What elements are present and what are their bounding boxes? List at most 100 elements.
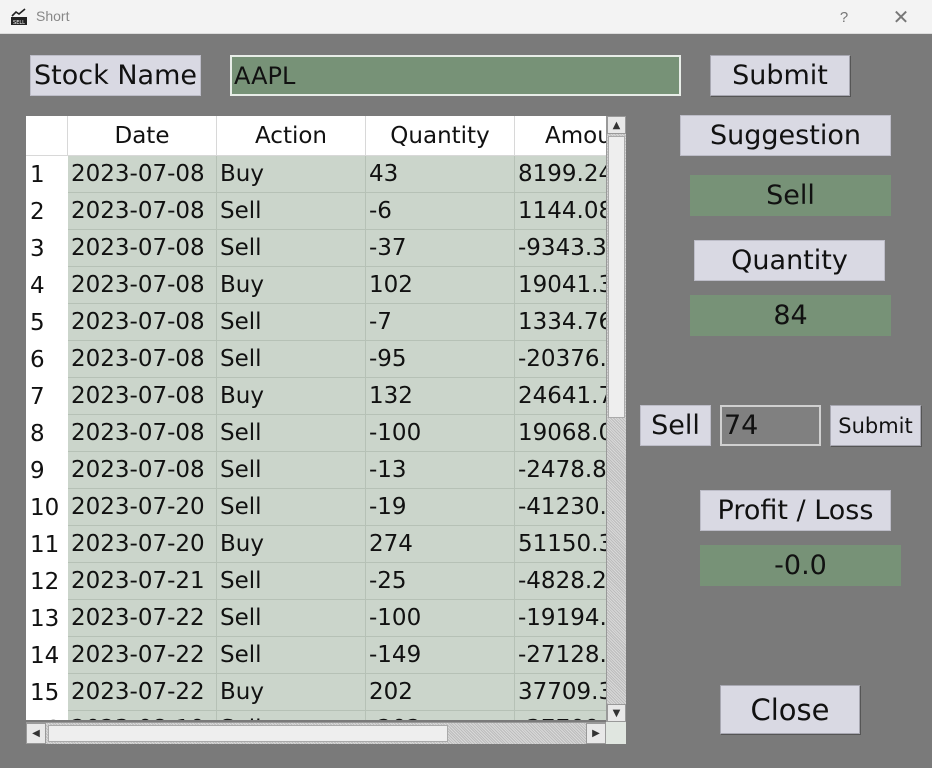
- table-row[interactable]: 162023-08-10Sell-202-37709: [26, 711, 606, 720]
- cell-action[interactable]: Sell: [217, 193, 366, 230]
- cell-action[interactable]: Sell: [217, 341, 366, 378]
- cell-date[interactable]: 2023-07-20: [68, 489, 217, 526]
- cell-quantity[interactable]: -25: [366, 563, 515, 600]
- cell-action[interactable]: Sell: [217, 415, 366, 452]
- table-row[interactable]: 13 2023-07-22 Sell -100 -19194.: [26, 600, 606, 637]
- window-close-button[interactable]: ✕: [881, 4, 921, 30]
- table-row[interactable]: 9 2023-07-08 Sell -13 -2478.8: [26, 452, 606, 489]
- cell-action[interactable]: Buy: [217, 267, 366, 304]
- cell-quantity[interactable]: 274: [366, 526, 515, 563]
- cell-quantity[interactable]: 132: [366, 378, 515, 415]
- cell-action[interactable]: Sell: [217, 563, 366, 600]
- cell-action[interactable]: Sell: [217, 230, 366, 267]
- table-row[interactable]: 1 2023-07-08 Buy 43 8199.24: [26, 156, 606, 193]
- cell-amount[interactable]: 1334.76: [515, 304, 606, 341]
- cell-date[interactable]: 2023-07-08: [68, 267, 217, 304]
- cell-action[interactable]: Sell: [217, 711, 366, 720]
- vertical-scrollbar[interactable]: ▲ ▼: [606, 116, 626, 722]
- cell-quantity[interactable]: -202: [366, 711, 515, 720]
- table-row[interactable]: 3 2023-07-08 Sell -37 -9343.3: [26, 230, 606, 267]
- cell-date[interactable]: 2023-07-22: [68, 674, 217, 711]
- close-button[interactable]: Close: [720, 685, 860, 734]
- cell-action[interactable]: Buy: [217, 526, 366, 563]
- cell-action[interactable]: Sell: [217, 600, 366, 637]
- cell-quantity[interactable]: -95: [366, 341, 515, 378]
- table-row[interactable]: 4 2023-07-08 Buy 102 19041.3: [26, 267, 606, 304]
- cell-action[interactable]: Sell: [217, 452, 366, 489]
- cell-date[interactable]: 2023-07-08: [68, 452, 217, 489]
- sell-submit-button[interactable]: Submit: [830, 405, 921, 446]
- cell-quantity[interactable]: -100: [366, 415, 515, 452]
- cell-amount[interactable]: 19041.3: [515, 267, 606, 304]
- scroll-left-icon[interactable]: ◀: [26, 723, 46, 744]
- cell-action[interactable]: Buy: [217, 378, 366, 415]
- cell-action[interactable]: Sell: [217, 637, 366, 674]
- cell-date[interactable]: 2023-07-22: [68, 600, 217, 637]
- cell-date[interactable]: 2023-07-08: [68, 156, 217, 193]
- cell-quantity[interactable]: -7: [366, 304, 515, 341]
- cell-amount[interactable]: 1144.08: [515, 193, 606, 230]
- cell-quantity[interactable]: -100: [366, 600, 515, 637]
- table-row[interactable]: 10 2023-07-20 Sell -19 -41230.: [26, 489, 606, 526]
- scroll-right-icon[interactable]: ▶: [586, 723, 606, 744]
- cell-amount[interactable]: 51150.3: [515, 526, 606, 563]
- table-row[interactable]: 7 2023-07-08 Buy 132 24641.7: [26, 378, 606, 415]
- cell-amount[interactable]: -20376.: [515, 341, 606, 378]
- vertical-scroll-thumb[interactable]: [608, 136, 625, 418]
- cell-date[interactable]: 2023-07-08: [68, 230, 217, 267]
- table-row[interactable]: 11 2023-07-20 Buy 274 51150.3: [26, 526, 606, 563]
- cell-quantity[interactable]: -6: [366, 193, 515, 230]
- cell-date[interactable]: 2023-07-08: [68, 193, 217, 230]
- horizontal-scrollbar[interactable]: ◀ ▶: [26, 722, 606, 744]
- cell-date[interactable]: 2023-07-08: [68, 341, 217, 378]
- scroll-up-icon[interactable]: ▲: [607, 116, 626, 134]
- cell-amount[interactable]: -27128.: [515, 637, 606, 674]
- cell-amount[interactable]: 19068.0: [515, 415, 606, 452]
- horizontal-scroll-thumb[interactable]: [48, 725, 448, 742]
- column-header-quantity[interactable]: Quantity: [366, 116, 515, 156]
- cell-amount[interactable]: -2478.8: [515, 452, 606, 489]
- cell-amount[interactable]: -9343.3: [515, 230, 606, 267]
- column-header-amount[interactable]: Amou: [515, 116, 606, 156]
- submit-button[interactable]: Submit: [710, 55, 850, 96]
- cell-date[interactable]: 2023-07-08: [68, 378, 217, 415]
- cell-quantity[interactable]: -37: [366, 230, 515, 267]
- cell-action[interactable]: Buy: [217, 156, 366, 193]
- cell-amount[interactable]: 24641.7: [515, 378, 606, 415]
- cell-quantity[interactable]: -19: [366, 489, 515, 526]
- cell-quantity[interactable]: 102: [366, 267, 515, 304]
- cell-date[interactable]: 2023-07-08: [68, 415, 217, 452]
- stock-name-input[interactable]: AAPL: [230, 55, 681, 96]
- cell-quantity[interactable]: 202: [366, 674, 515, 711]
- cell-amount[interactable]: -4828.2: [515, 563, 606, 600]
- cell-date[interactable]: 2023-07-22: [68, 637, 217, 674]
- table-row[interactable]: 2 2023-07-08 Sell -6 1144.08: [26, 193, 606, 230]
- table-row[interactable]: 5 2023-07-08 Sell -7 1334.76: [26, 304, 606, 341]
- cell-amount[interactable]: 8199.24: [515, 156, 606, 193]
- table-row[interactable]: 15 2023-07-22 Buy 202 37709.3: [26, 674, 606, 711]
- cell-date[interactable]: 2023-07-21: [68, 563, 217, 600]
- cell-action[interactable]: Sell: [217, 304, 366, 341]
- column-header-action[interactable]: Action: [217, 116, 366, 156]
- cell-quantity[interactable]: -149: [366, 637, 515, 674]
- cell-date[interactable]: 2023-07-20: [68, 526, 217, 563]
- table-row[interactable]: 12 2023-07-21 Sell -25 -4828.2: [26, 563, 606, 600]
- cell-quantity[interactable]: 43: [366, 156, 515, 193]
- scroll-down-icon[interactable]: ▼: [607, 704, 626, 722]
- table-row[interactable]: 6 2023-07-08 Sell -95 -20376.: [26, 341, 606, 378]
- cell-amount[interactable]: 37709.3: [515, 674, 606, 711]
- cell-amount[interactable]: -37709: [515, 711, 606, 720]
- cell-quantity[interactable]: -13: [366, 452, 515, 489]
- cell-amount[interactable]: -19194.: [515, 600, 606, 637]
- sell-quantity-input[interactable]: 74: [720, 405, 821, 446]
- cell-amount[interactable]: -41230.: [515, 489, 606, 526]
- cell-date[interactable]: 2023-08-10: [68, 711, 217, 720]
- column-header-date[interactable]: Date: [68, 116, 217, 156]
- table-row[interactable]: 8 2023-07-08 Sell -100 19068.0: [26, 415, 606, 452]
- help-button[interactable]: ?: [824, 4, 864, 30]
- cell-action[interactable]: Sell: [217, 489, 366, 526]
- cell-date[interactable]: 2023-07-08: [68, 304, 217, 341]
- table-row[interactable]: 14 2023-07-22 Sell -149 -27128.: [26, 637, 606, 674]
- cell-action[interactable]: Buy: [217, 674, 366, 711]
- window-title: Short: [36, 8, 70, 24]
